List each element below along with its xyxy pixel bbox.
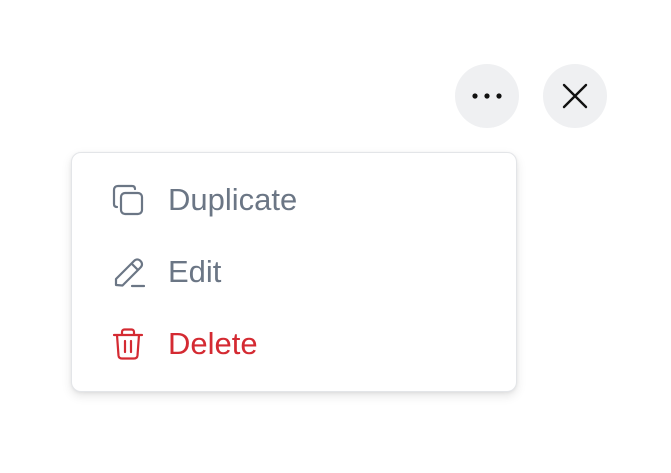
duplicate-icon — [110, 182, 146, 218]
menu-item-label: Delete — [168, 326, 258, 361]
more-horizontal-icon — [472, 93, 502, 99]
menu-item-delete[interactable]: Delete — [72, 314, 516, 374]
menu-item-duplicate[interactable]: Duplicate — [72, 170, 516, 230]
popover-stage: Duplicate Edit Delete — [0, 0, 671, 473]
menu-item-edit[interactable]: Edit — [72, 242, 516, 302]
menu-item-label: Duplicate — [168, 182, 298, 217]
more-options-button[interactable] — [455, 64, 519, 128]
actions-menu: Duplicate Edit Delete — [71, 152, 517, 392]
menu-item-label: Edit — [168, 254, 222, 289]
close-icon — [562, 83, 588, 109]
trash-icon — [110, 326, 146, 362]
edit-pencil-icon — [110, 254, 146, 290]
close-button[interactable] — [543, 64, 607, 128]
